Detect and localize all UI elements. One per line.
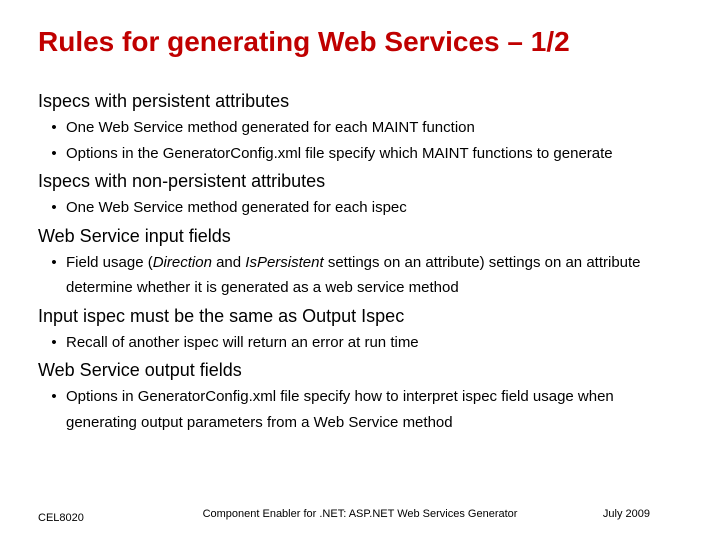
slide-title: Rules for generating Web Services – 1/2: [38, 26, 570, 58]
section-heading: Web Service output fields: [38, 357, 678, 384]
slide: Rules for generating Web Services – 1/2 …: [0, 0, 720, 540]
section-heading: Ispecs with persistent attributes: [38, 88, 678, 115]
bullet-text: Options in GeneratorConfig.xml file spec…: [66, 384, 678, 435]
italic-text: IsPersistent: [245, 254, 323, 271]
section-heading: Web Service input fields: [38, 223, 678, 250]
slide-content: Ispecs with persistent attributes • One …: [38, 86, 678, 435]
bullet-icon: •: [38, 141, 66, 167]
section-heading: Ispecs with non-persistent attributes: [38, 168, 678, 195]
text-fragment: Field usage (: [66, 254, 153, 271]
bullet-text: One Web Service method generated for eac…: [66, 195, 678, 221]
bullet-item: • Recall of another ispec will return an…: [38, 330, 678, 356]
bullet-item: • Field usage (Direction and IsPersisten…: [38, 250, 678, 301]
bullet-icon: •: [38, 384, 66, 435]
bullet-text: Field usage (Direction and IsPersistent …: [66, 250, 678, 301]
bullet-text: Recall of another ispec will return an e…: [66, 330, 678, 356]
bullet-icon: •: [38, 250, 66, 301]
bullet-icon: •: [38, 330, 66, 356]
section-heading: Input ispec must be the same as Output I…: [38, 303, 678, 330]
bullet-text: Options in the GeneratorConfig.xml file …: [66, 141, 678, 167]
bullet-icon: •: [38, 115, 66, 141]
bullet-item: • One Web Service method generated for e…: [38, 115, 678, 141]
text-fragment: and: [212, 254, 245, 271]
bullet-icon: •: [38, 195, 66, 221]
bullet-text: One Web Service method generated for eac…: [66, 115, 678, 141]
bullet-item: • Options in the GeneratorConfig.xml fil…: [38, 141, 678, 167]
bullet-item: • One Web Service method generated for e…: [38, 195, 678, 221]
italic-text: Direction: [153, 254, 212, 271]
footer-right: July 2009: [603, 508, 650, 520]
bullet-item: • Options in GeneratorConfig.xml file sp…: [38, 384, 678, 435]
